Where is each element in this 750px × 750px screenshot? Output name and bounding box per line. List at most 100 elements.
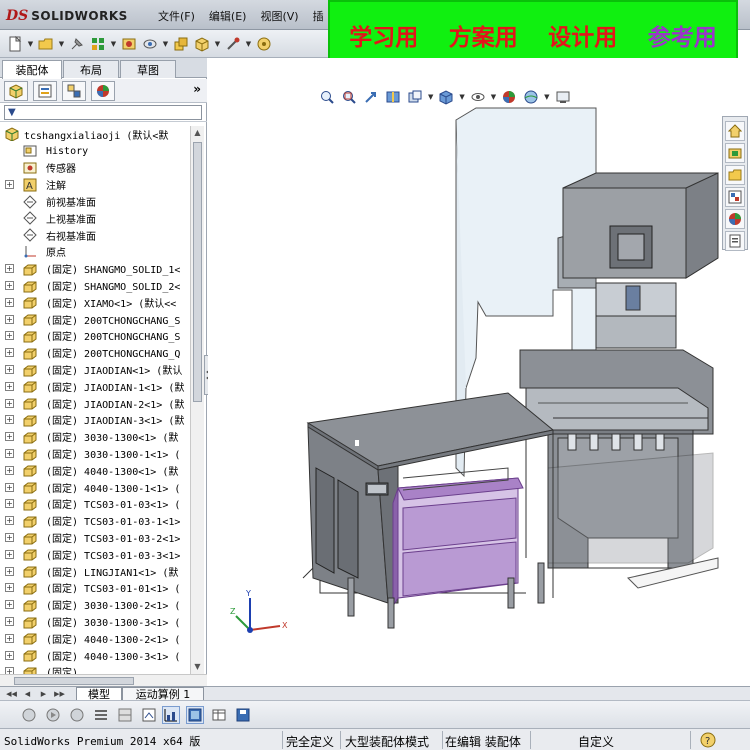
expand-plus-icon[interactable]: + [5, 314, 14, 324]
display-style-icon[interactable] [437, 88, 455, 106]
edit-appearance-icon[interactable] [500, 88, 518, 106]
expand-plus-icon[interactable]: + [5, 449, 14, 459]
motion-calc-icon[interactable] [20, 706, 38, 724]
drawer-frame[interactable] [392, 467, 524, 608]
hscroll-thumb[interactable] [14, 677, 134, 685]
table-view-icon[interactable] [210, 706, 228, 724]
expand-plus-icon[interactable]: + [5, 415, 14, 425]
tree-item[interactable]: + (固定) 4040-1300<1> (默 [0, 462, 190, 479]
tree-item[interactable]: + (固定) JIAODIAN-3<1> (默 [0, 412, 190, 429]
view-palette-icon[interactable] [725, 187, 745, 207]
view-dropdown-icon[interactable]: ▼ [162, 35, 169, 53]
appearances-icon[interactable] [725, 209, 745, 229]
tree-item[interactable]: History [0, 143, 190, 160]
zoom-to-fit-icon[interactable] [318, 88, 336, 106]
tree-item[interactable]: 上视基准面 [0, 210, 190, 227]
tree-item[interactable]: + (固定) 3030-1300-3<1> ( [0, 613, 190, 630]
expand-plus-icon[interactable]: + [5, 533, 14, 543]
tree-item[interactable]: + (固定) 3030-1300-2<1> ( [0, 596, 190, 613]
menu-insert[interactable]: 插 [313, 8, 324, 24]
scroll-up-icon[interactable]: ▲ [191, 126, 204, 140]
grid-view-icon[interactable] [116, 706, 134, 724]
display-style-dropdown-icon[interactable]: ▼ [459, 93, 464, 101]
tree-item[interactable]: + A 注解 [0, 176, 190, 193]
tree-vertical-scrollbar[interactable]: ▲ ▼ [190, 126, 204, 674]
tree-item[interactable]: 右视基准面 [0, 227, 190, 244]
apply-scene-icon[interactable] [522, 88, 540, 106]
tree-item[interactable]: + (固定) 4040-1300-1<1> ( [0, 479, 190, 496]
configuration-manager-icon[interactable] [62, 81, 86, 101]
tab-model[interactable]: 模型 [76, 687, 122, 701]
expand-plus-icon[interactable]: + [5, 566, 14, 576]
rebuild-icon[interactable] [89, 35, 107, 53]
file-explorer-icon[interactable] [725, 165, 745, 185]
tree-item[interactable]: + (固定) JIAODIAN-2<1> (默 [0, 395, 190, 412]
tree-item[interactable]: + (固定) TCS03-01-03<1> ( [0, 496, 190, 513]
mate-icon[interactable] [224, 35, 242, 53]
open-dropdown-icon[interactable]: ▼ [58, 35, 65, 53]
expand-plus-icon[interactable]: + [5, 331, 14, 341]
expand-plus-icon[interactable]: + [5, 516, 14, 526]
tree-item[interactable]: + (固定) TCS03-01-01<1> ( [0, 580, 190, 597]
property-manager-icon[interactable] [33, 81, 57, 101]
tree-item[interactable]: + (固定) 3030-1300<1> (默 [0, 428, 190, 445]
scene-dropdown-icon[interactable]: ▼ [544, 93, 549, 101]
assembly-icon[interactable] [172, 35, 190, 53]
status-units[interactable]: 自定义 [578, 733, 614, 750]
open-folder-icon[interactable] [37, 35, 55, 53]
expand-plus-icon[interactable]: + [5, 432, 14, 442]
mate-dropdown-icon[interactable]: ▼ [245, 35, 252, 53]
component-icon[interactable] [193, 35, 211, 53]
tree-item[interactable]: + (固定) 200TCHONGCHANG_S [0, 328, 190, 345]
scroll-down-icon[interactable]: ▼ [191, 660, 204, 674]
macro-icon[interactable] [255, 35, 273, 53]
tab-sketch[interactable]: 草图 [120, 60, 176, 78]
filter-funnel-icon[interactable]: ▼ [8, 107, 16, 118]
menu-view[interactable]: 视图(V) [260, 8, 298, 24]
tab-motion-study[interactable]: 运动算例 1 [122, 687, 204, 701]
display-manager-icon[interactable] [91, 81, 115, 101]
zoom-to-area-icon[interactable] [340, 88, 358, 106]
timeline-icon[interactable] [140, 706, 158, 724]
expand-plus-icon[interactable]: + [5, 264, 14, 274]
list-view-icon[interactable] [92, 706, 110, 724]
expand-plus-icon[interactable]: + [5, 348, 14, 358]
assembly-3d-view[interactable]: Y X Z [208, 58, 750, 686]
tree-item[interactable]: + (固定) SHANGMO_SOLID_1< [0, 260, 190, 277]
view-settings-icon[interactable] [554, 88, 572, 106]
hide-show-icon[interactable] [469, 88, 487, 106]
tree-item[interactable]: + (固定) SHANGMO_SOLID_2< [0, 277, 190, 294]
expand-plus-icon[interactable]: + [5, 365, 14, 375]
dynamic-annotation-icon[interactable] [406, 88, 424, 106]
results-view-icon[interactable] [186, 706, 204, 724]
tab-layout[interactable]: 布局 [63, 60, 119, 78]
tree-filter-input[interactable]: ▼ [4, 105, 202, 120]
expand-plus-icon[interactable]: + [5, 398, 14, 408]
tree-item[interactable]: + (固定) TCS03-01-03-3<1> [0, 546, 190, 563]
tree-item[interactable]: + (固定) LINGJIAN1<1> (默 [0, 563, 190, 580]
menu-edit[interactable]: 编辑(E) [209, 8, 247, 24]
tree-item[interactable]: + (固定) JIAODIAN<1> (默认 [0, 361, 190, 378]
expand-plus-icon[interactable]: + [5, 381, 14, 391]
motion-play-icon[interactable] [44, 706, 62, 724]
expand-plus-icon[interactable]: + [5, 465, 14, 475]
previous-view-icon[interactable] [362, 88, 380, 106]
design-library-icon[interactable] [725, 143, 745, 163]
first-tab-icon[interactable]: ◀◀ [6, 688, 17, 699]
tree-item[interactable]: + (固定) [0, 664, 190, 674]
tree-item[interactable]: 原点 [0, 244, 190, 261]
expand-plus-icon[interactable]: + [5, 297, 14, 307]
tree-item[interactable]: 传感器 [0, 160, 190, 177]
component-dropdown-icon[interactable]: ▼ [214, 35, 221, 53]
custom-properties-icon[interactable] [725, 231, 745, 251]
next-tab-icon[interactable]: ▶ [38, 688, 49, 699]
expand-plus-icon[interactable]: + [5, 617, 14, 627]
tree-item[interactable]: + (固定) TCS03-01-03-2<1> [0, 529, 190, 546]
tree-item[interactable]: + (固定) 4040-1300-3<1> ( [0, 647, 190, 664]
new-dropdown-icon[interactable]: ▼ [27, 35, 34, 53]
expand-plus-icon[interactable]: + [5, 281, 14, 291]
new-document-icon[interactable] [6, 35, 24, 53]
last-tab-icon[interactable]: ▶▶ [54, 688, 65, 699]
scroll-thumb[interactable] [193, 142, 202, 402]
tree-item[interactable]: + (固定) XIAMO<1> (默认<< [0, 294, 190, 311]
